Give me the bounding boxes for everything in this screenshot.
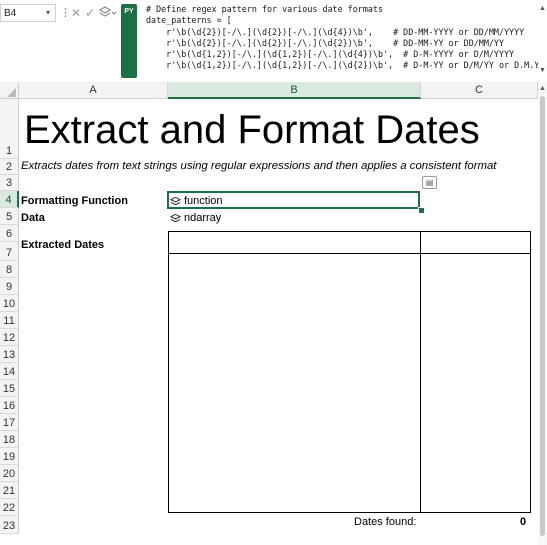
- python-object-icon: [170, 213, 181, 223]
- code-line: r'\b(\d{2})[-/\.](\d{2})[-/\.](\d{2})\b'…: [146, 37, 504, 48]
- data-cell[interactable]: ndarray: [170, 211, 221, 226]
- row-header-10[interactable]: 10: [0, 295, 19, 312]
- extracted-dates-label: Extracted Dates: [21, 239, 105, 251]
- row-header-2[interactable]: 2: [0, 159, 19, 175]
- insert-data-card-icon[interactable]: ▤: [422, 176, 437, 189]
- row-header-18[interactable]: 18: [0, 431, 19, 448]
- dates-found-value: 0: [520, 516, 527, 528]
- row-header-6[interactable]: 6: [0, 225, 19, 242]
- code-line: # Define regex pattern for various date …: [146, 4, 383, 14]
- python-badge: PY: [121, 4, 137, 78]
- table-column-divider: [420, 231, 421, 513]
- page-subtitle: Extracts dates from text strings using r…: [21, 160, 497, 172]
- row-header-8[interactable]: 8: [0, 261, 19, 278]
- code-line: r'\b(\d{2})[-/\.](\d{2})[-/\.](\d{4})\b'…: [146, 26, 525, 37]
- formatting-function-label: Formatting Function: [21, 195, 128, 207]
- active-cell-border: [167, 191, 420, 209]
- enter-check-icon[interactable]: ✓: [84, 5, 96, 21]
- code-line: date_patterns = [: [146, 15, 232, 26]
- table-header-divider: [168, 253, 531, 254]
- row-header-12[interactable]: 12: [0, 329, 19, 346]
- extracted-dates-table: [168, 231, 531, 513]
- row-header-22[interactable]: 22: [0, 499, 19, 516]
- scroll-up-icon[interactable]: ▲: [538, 84, 547, 94]
- row-header-15[interactable]: 15: [0, 380, 19, 397]
- row-header-13[interactable]: 13: [0, 346, 19, 363]
- row-header-3[interactable]: 3: [0, 175, 19, 191]
- row-header-16[interactable]: 16: [0, 397, 19, 414]
- row-header-4[interactable]: 4: [0, 191, 19, 208]
- scrollbar-thumb[interactable]: [540, 96, 545, 536]
- row-header-7[interactable]: 7: [0, 242, 19, 261]
- scroll-up-icon[interactable]: ▲: [538, 4, 547, 14]
- python-code-editor[interactable]: # Define regex pattern for various date …: [146, 4, 538, 78]
- row-header-17[interactable]: 17: [0, 414, 19, 431]
- column-header-a[interactable]: A: [19, 82, 168, 99]
- name-box-dropdown-icon[interactable]: ▾: [42, 4, 54, 22]
- row-header-1[interactable]: 1: [0, 99, 19, 159]
- column-header-c[interactable]: C: [421, 82, 538, 99]
- scroll-down-icon[interactable]: ▼: [538, 66, 547, 76]
- formula-bar-scrollbar[interactable]: ▲ ▼: [538, 4, 547, 78]
- data-label: Data: [21, 212, 45, 224]
- fill-handle[interactable]: [418, 207, 425, 214]
- row-header-11[interactable]: 11: [0, 312, 19, 329]
- formula-bar-grip-icon: ⋮: [60, 7, 71, 19]
- data-value: ndarray: [184, 212, 222, 224]
- row-header-21[interactable]: 21: [0, 482, 19, 499]
- row-header-5[interactable]: 5: [0, 208, 19, 225]
- dates-found-label: Dates found:: [354, 516, 417, 528]
- select-all-triangle-icon: [7, 88, 16, 97]
- code-line: r'\b(\d{1,2})[-/\.](\d{1,2})[-/\.](\d{4}…: [146, 49, 515, 60]
- row-header-14[interactable]: 14: [0, 363, 19, 380]
- cancel-icon[interactable]: ✕: [70, 5, 82, 21]
- row-header-19[interactable]: 19: [0, 448, 19, 465]
- row-header-20[interactable]: 20: [0, 465, 19, 482]
- row-header-23[interactable]: 23: [0, 516, 19, 534]
- code-line: r'\b(\d{1,2})[-/\.](\d{1,2})[-/\.](\d{2}…: [146, 60, 538, 71]
- row-header-9[interactable]: 9: [0, 278, 19, 295]
- page-title: Extract and Format Dates: [24, 108, 480, 152]
- python-mode-icon[interactable]: [98, 5, 118, 21]
- column-header-b[interactable]: B: [168, 82, 421, 99]
